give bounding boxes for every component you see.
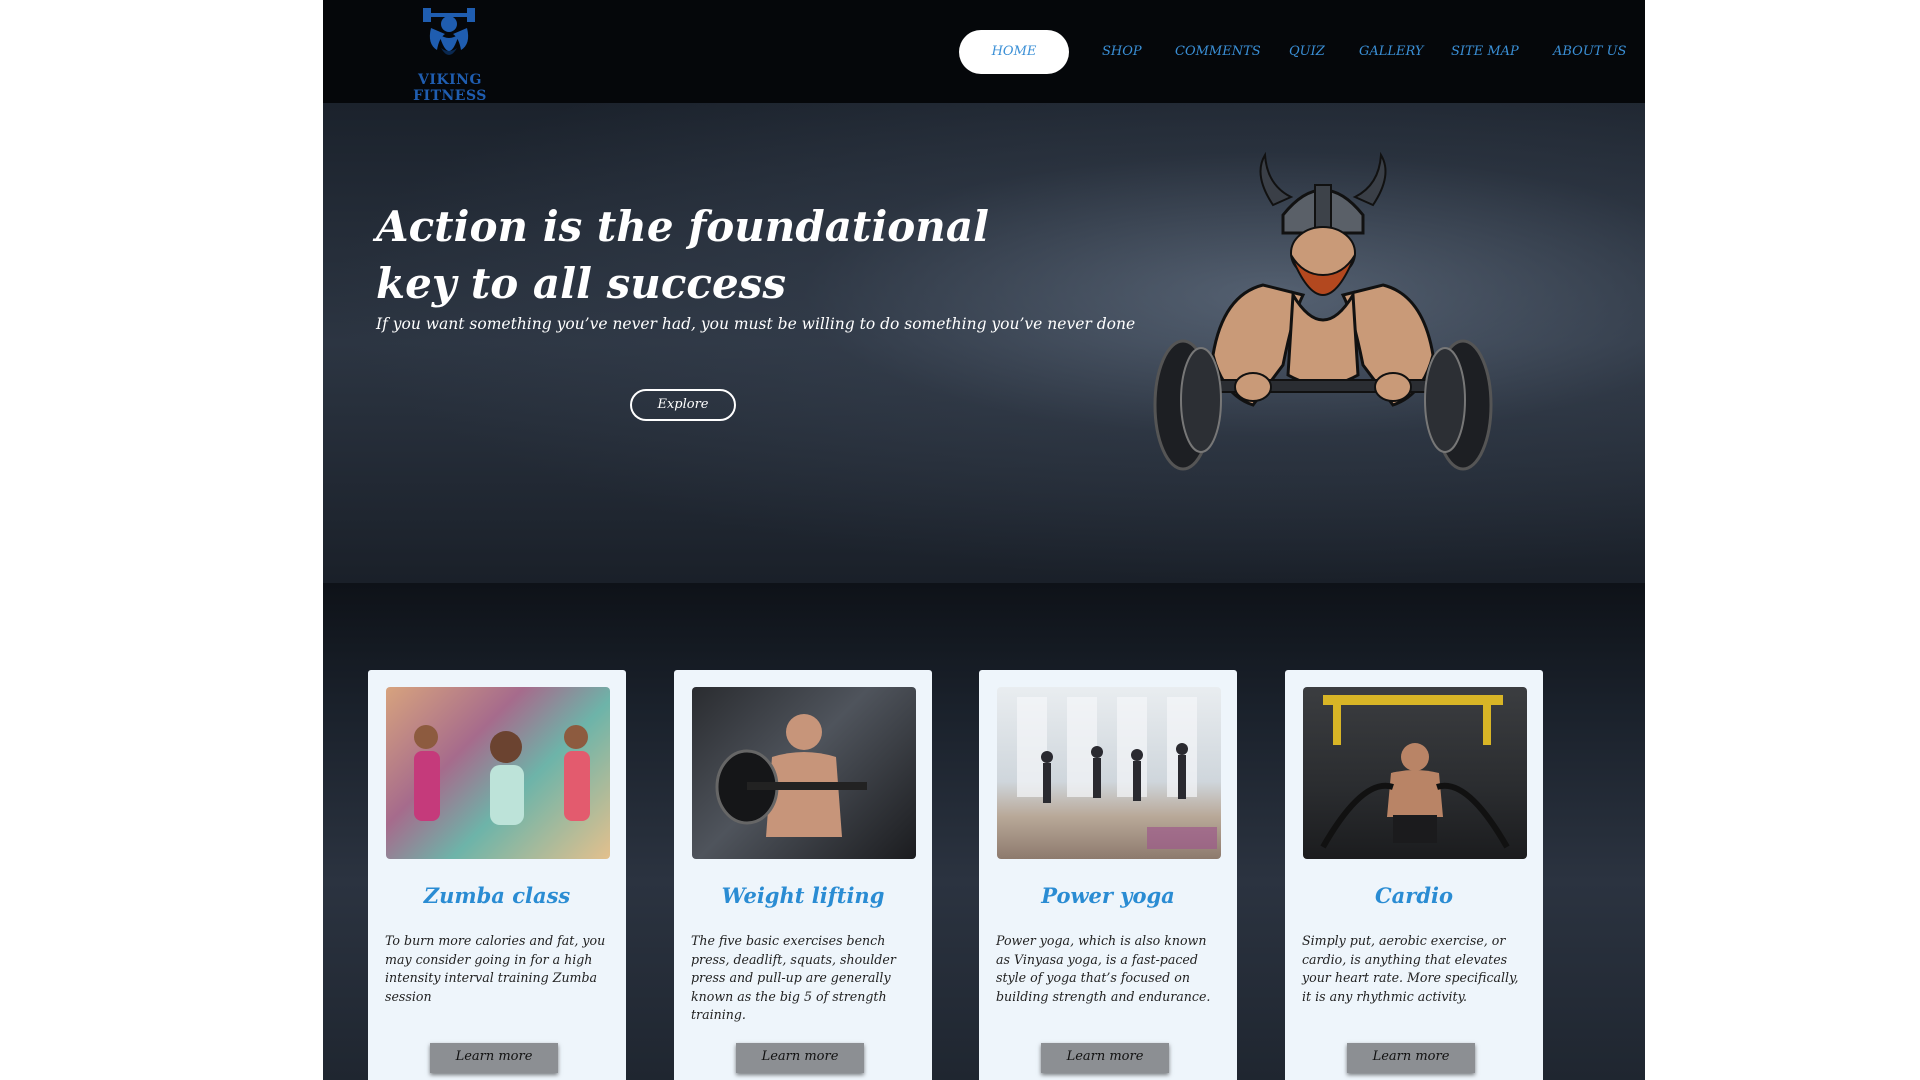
nav-site-map[interactable]: SITE MAP <box>1451 30 1519 74</box>
logo-text: VIKING FITNESS <box>413 72 487 104</box>
learn-more-button[interactable]: Learn more <box>1347 1043 1475 1073</box>
card-text: To burn more calories and fat, you may c… <box>385 933 606 1004</box>
service-card-zumba: Zumba class To burn more calories and fa… <box>368 670 626 1080</box>
service-card-cardio: Cardio Simply put, aerobic exercise, or … <box>1285 670 1543 1080</box>
viking-mascot-icon <box>1153 151 1493 471</box>
card-text: Simply put, aerobic exercise, or cardio,… <box>1302 933 1519 1004</box>
card-text: The five basic exercises bench press, de… <box>691 933 896 1022</box>
service-card-power-yoga: Power yoga Power yoga, which is also kno… <box>979 670 1237 1080</box>
hero-subtitle: If you want something you’ve never had, … <box>376 315 1136 333</box>
site-container: VIKING FITNESS HOME SHOP COMMENTS QUIZ G… <box>323 0 1645 1080</box>
power-yoga-photo <box>997 687 1221 859</box>
learn-more-button[interactable]: Learn more <box>1041 1043 1169 1073</box>
cardio-photo <box>1303 687 1527 859</box>
nav-about-us[interactable]: ABOUT US <box>1553 30 1626 74</box>
header: VIKING FITNESS HOME SHOP COMMENTS QUIZ G… <box>323 0 1645 104</box>
main-nav: HOME SHOP COMMENTS QUIZ GALLERY SITE MAP… <box>323 30 1645 74</box>
card-title: Power yoga <box>1041 883 1175 908</box>
learn-more-button[interactable]: Learn more <box>736 1043 864 1073</box>
card-title: Zumba class <box>423 883 571 908</box>
learn-more-button[interactable]: Learn more <box>430 1043 558 1073</box>
weight-lifting-photo <box>692 687 916 859</box>
hero: Action is the foundational key to all su… <box>323 103 1645 583</box>
card-text: Power yoga, which is also known as Vinya… <box>996 933 1211 1004</box>
service-card-weight-lifting: Weight lifting The five basic exercises … <box>674 670 932 1080</box>
nav-comments[interactable]: COMMENTS <box>1175 30 1261 74</box>
nav-gallery[interactable]: GALLERY <box>1359 30 1424 74</box>
zumba-class-photo <box>386 687 610 859</box>
nav-shop[interactable]: SHOP <box>1102 30 1142 74</box>
hero-title: Action is the foundational key to all su… <box>376 202 989 308</box>
nav-home[interactable]: HOME <box>959 30 1069 74</box>
card-title: Weight lifting <box>721 883 885 908</box>
explore-button[interactable]: Explore <box>630 389 736 421</box>
nav-quiz[interactable]: QUIZ <box>1289 30 1325 74</box>
card-title: Cardio <box>1374 883 1454 908</box>
